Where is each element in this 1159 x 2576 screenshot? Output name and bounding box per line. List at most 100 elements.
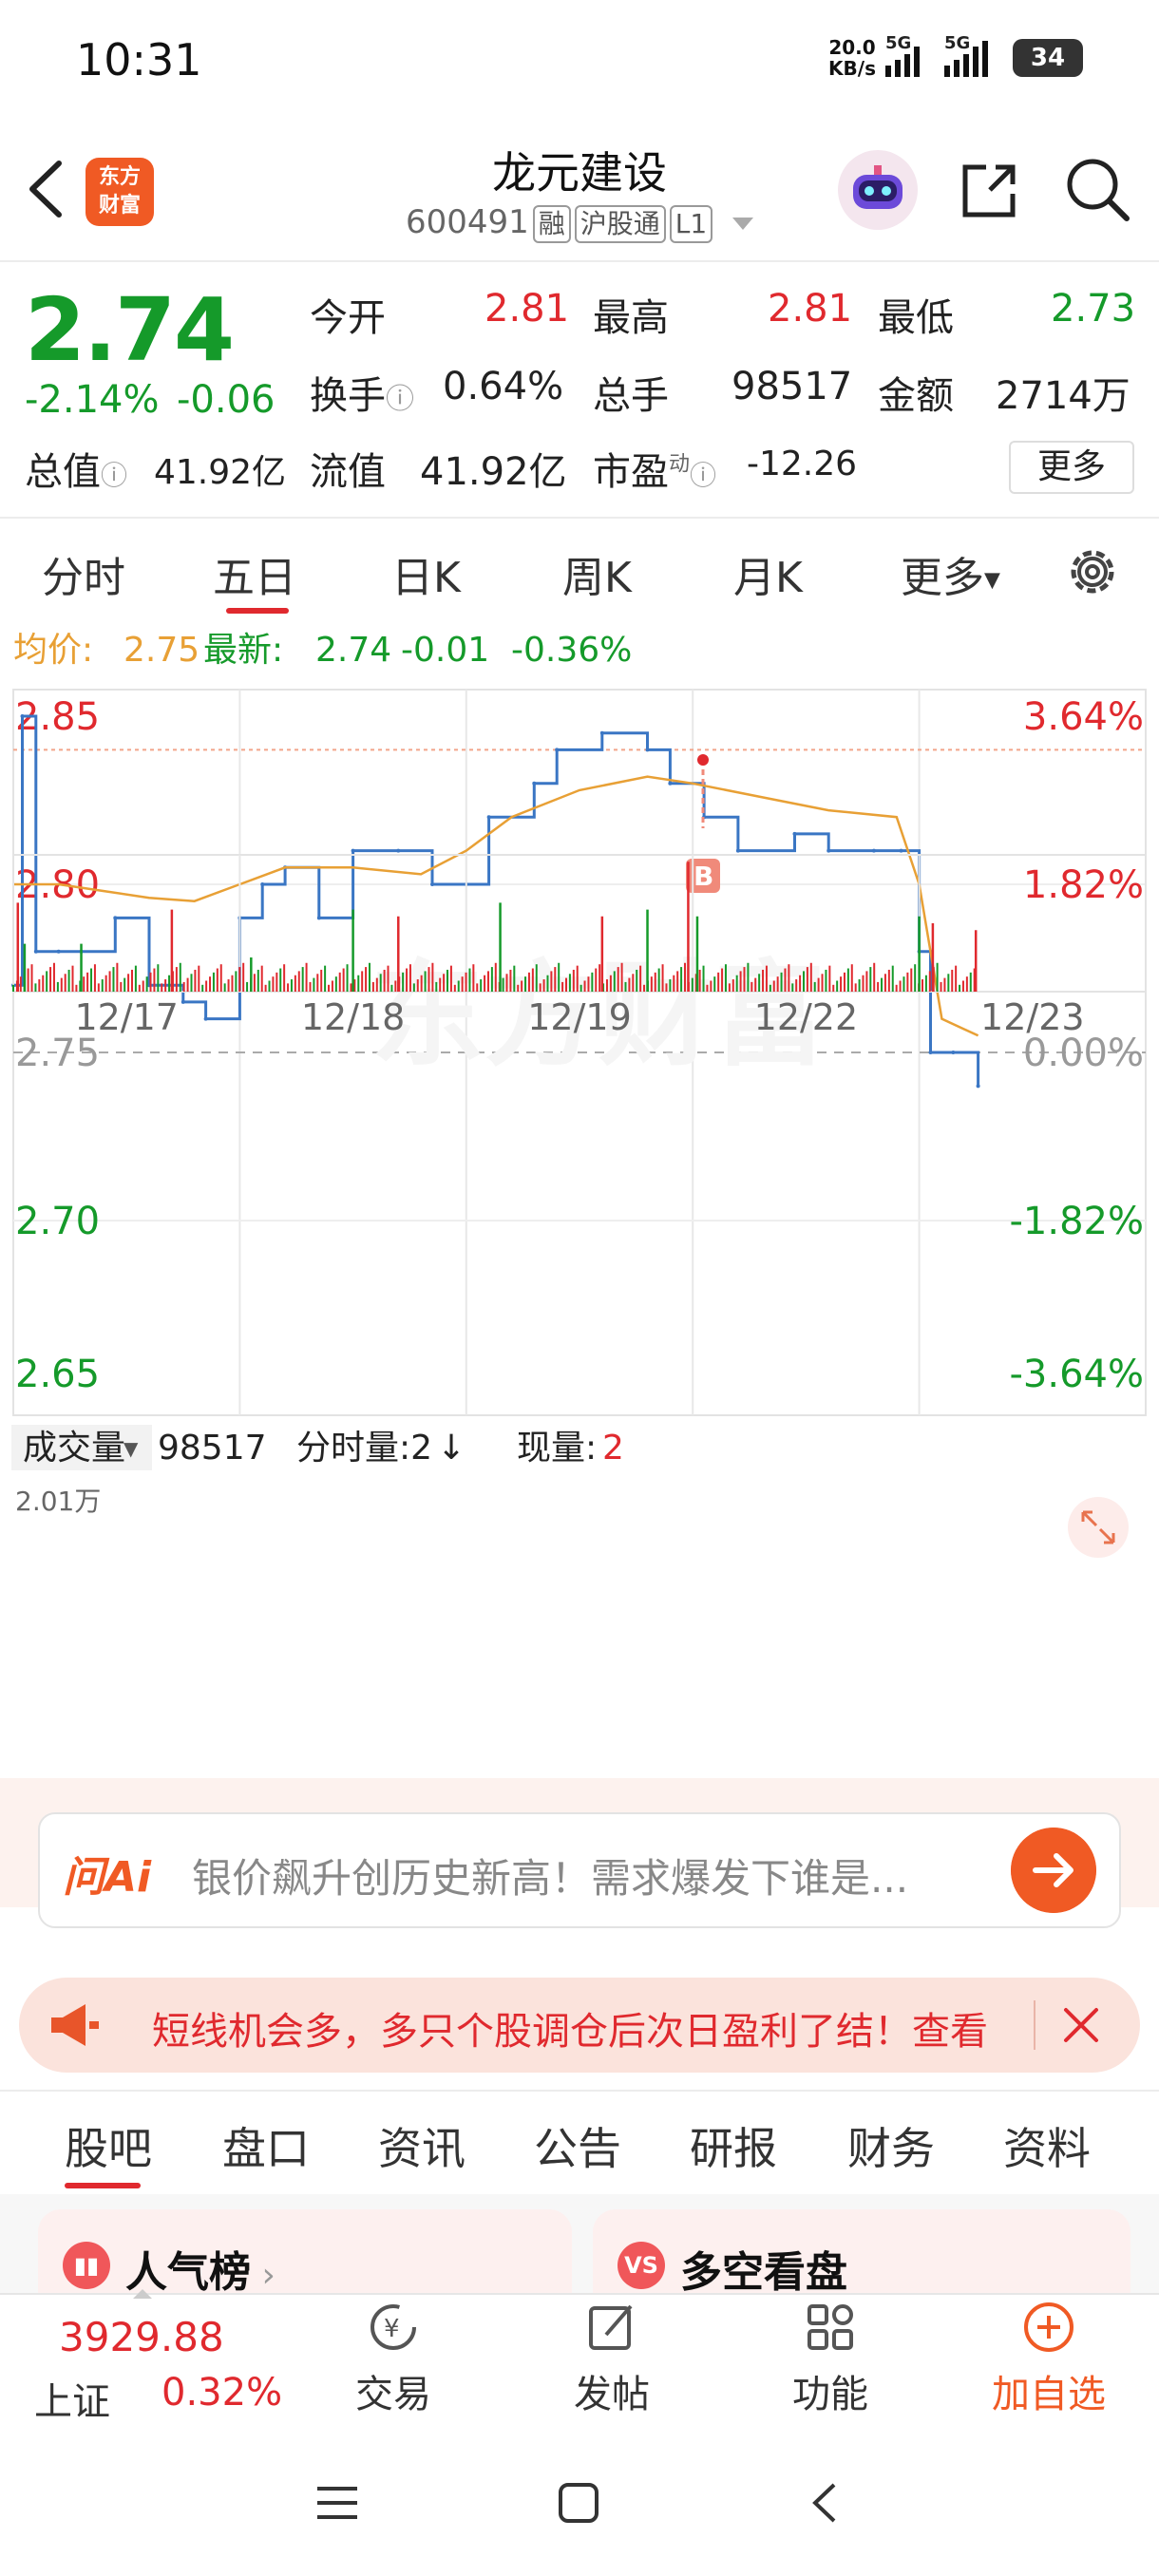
- expand-icon[interactable]: [1068, 1497, 1129, 1558]
- price-point: [486, 815, 491, 820]
- latest-label: 最新:: [203, 631, 283, 670]
- nav-functions[interactable]: 功能: [735, 2299, 925, 2418]
- chart-icon: ▮▮: [63, 2242, 110, 2289]
- index-percent[interactable]: 0.32%: [162, 2371, 282, 2415]
- percent-tick-label: -1.82%: [1009, 1200, 1144, 1243]
- divider: [0, 517, 1159, 519]
- close-icon[interactable]: [1056, 2000, 1106, 2050]
- minute-volume: 分时量:2: [296, 1429, 432, 1468]
- add-circle-icon: [1024, 2302, 1074, 2352]
- status-time: 10:31: [76, 34, 202, 85]
- latest-percent: -0.36%: [511, 631, 632, 670]
- current-volume-label: 现量:: [517, 1429, 597, 1468]
- index-value[interactable]: 3929.88: [59, 2314, 224, 2360]
- divider: [0, 2090, 1159, 2092]
- system-nav-bar: [0, 2434, 1159, 2576]
- signal-icon: 5G: [885, 33, 935, 77]
- stock-code: 600491: [405, 203, 529, 241]
- price-point: [56, 949, 61, 954]
- back-nav-icon[interactable]: [802, 2479, 849, 2527]
- price-point: [33, 949, 38, 954]
- arrow-right-icon[interactable]: [1011, 1828, 1096, 1913]
- stock-header: 东方 财富 龙元建设 600491 融沪股通 L1: [0, 123, 1159, 262]
- svg-text:成交量: 成交量: [23, 1429, 125, 1468]
- robot-assistant-icon[interactable]: [838, 150, 918, 230]
- index-name[interactable]: 上证: [34, 2371, 110, 2426]
- date-axis: 12/17 12/18 12/19 12/22 12/23: [74, 996, 1084, 1038]
- tab-day-k[interactable]: 日K: [391, 543, 461, 604]
- tab-guba[interactable]: 股吧: [65, 2114, 152, 2177]
- tab-profile[interactable]: 资料: [1003, 2114, 1091, 2177]
- price-point: [260, 882, 265, 886]
- price-point: [555, 748, 560, 752]
- price-point: [180, 999, 185, 1004]
- tab-active-indicator: [226, 608, 289, 614]
- divider: [0, 260, 1159, 262]
- open-value: 2.81: [484, 287, 570, 331]
- level-tag: L1: [669, 205, 713, 243]
- search-icon[interactable]: [1064, 156, 1130, 222]
- date-tick-label: 12/17: [74, 996, 179, 1038]
- tab-pankou[interactable]: 盘口: [222, 2114, 310, 2177]
- tab-month-k[interactable]: 月K: [733, 543, 803, 604]
- edit-icon: [589, 2304, 633, 2350]
- tab-finance[interactable]: 财务: [847, 2114, 935, 2177]
- price-tick-label: 2.70: [15, 1200, 100, 1243]
- tab-announcements[interactable]: 公告: [534, 2114, 621, 2177]
- popularity-card[interactable]: [38, 2209, 572, 2295]
- tab-week-k[interactable]: 周K: [562, 543, 632, 604]
- tab-minute[interactable]: 分时: [42, 543, 125, 604]
- dropdown-icon[interactable]: [732, 218, 754, 230]
- nav-trade[interactable]: ¥ 交易: [298, 2299, 488, 2418]
- tab-research[interactable]: 研报: [690, 2114, 777, 2177]
- grid-icon: [808, 2304, 853, 2350]
- five-day-chart[interactable]: 均价: 2.75 最新: 2.74 -0.01 -0.36% 2.85 3.64%…: [0, 627, 1159, 1778]
- dropdown-icon: ▼: [984, 568, 1000, 593]
- home-icon[interactable]: [555, 2479, 602, 2527]
- current-price: 2.74: [25, 279, 235, 381]
- nav-add-watchlist[interactable]: 加自选: [954, 2299, 1144, 2418]
- margin-tag: 融: [532, 205, 571, 243]
- long-short-card[interactable]: [593, 2209, 1130, 2295]
- nav-post[interactable]: 发帖: [517, 2299, 707, 2418]
- gear-icon[interactable]: [1064, 543, 1121, 600]
- price-point: [645, 748, 650, 752]
- hgt-tag: 沪股通: [574, 205, 666, 243]
- menu-icon[interactable]: [314, 2479, 361, 2527]
- info-icon[interactable]: ⓘ: [690, 460, 716, 491]
- price-point: [430, 882, 435, 886]
- date-tick-label: 12/22: [754, 996, 859, 1038]
- status-bar: 10:31 20.0 KB/s 5G 5G 34: [0, 0, 1159, 123]
- price-point: [951, 1051, 956, 1054]
- high-label: 最高: [593, 296, 669, 340]
- price-point: [316, 916, 321, 920]
- tab-news[interactable]: 资讯: [378, 2114, 466, 2177]
- network-speed: 20.0 KB/s: [828, 36, 876, 80]
- latest-value: 2.74: [315, 631, 391, 670]
- volume-header: 成交量 ▼ 98517 分时量:2 ↓ 现量: 2: [11, 1425, 624, 1470]
- volume-value: 98517: [732, 365, 853, 408]
- ai-logo: 问Ai: [63, 1853, 152, 1902]
- tab-more[interactable]: 更多▼: [901, 543, 1000, 604]
- latest-change: -0.01: [401, 631, 489, 670]
- ai-prompt-text[interactable]: 银价飙升创历史新高！需求爆发下谁是...: [192, 1847, 990, 1904]
- float-mv-value: 41.92亿: [420, 450, 567, 494]
- low-value: 2.73: [1051, 287, 1136, 331]
- current-volume-value: 2: [602, 1429, 624, 1468]
- info-icon[interactable]: ⓘ: [101, 460, 127, 491]
- long-short-title: 多空看盘: [680, 2248, 847, 2297]
- buy-marker[interactable]: B: [686, 754, 720, 893]
- notice-text[interactable]: 短线机会多，多只个股调仓后次日盈利了结！查看: [152, 2000, 1026, 2055]
- pe-value: -12.26: [747, 445, 858, 483]
- turnover-value: 0.64%: [443, 365, 564, 408]
- volume-total: 98517: [158, 1429, 267, 1468]
- amount-label: 金额: [878, 374, 954, 418]
- caret-up-icon: [133, 2289, 152, 2299]
- minute-volume-arrow: ↓: [437, 1429, 466, 1468]
- info-icon[interactable]: ⓘ: [386, 383, 414, 416]
- share-icon[interactable]: [958, 160, 1020, 222]
- more-quote-button[interactable]: 更多: [1009, 441, 1134, 494]
- price-point: [599, 730, 604, 735]
- tab-five-day[interactable]: 五日: [213, 543, 296, 604]
- date-tick-label: 12/23: [980, 996, 1085, 1038]
